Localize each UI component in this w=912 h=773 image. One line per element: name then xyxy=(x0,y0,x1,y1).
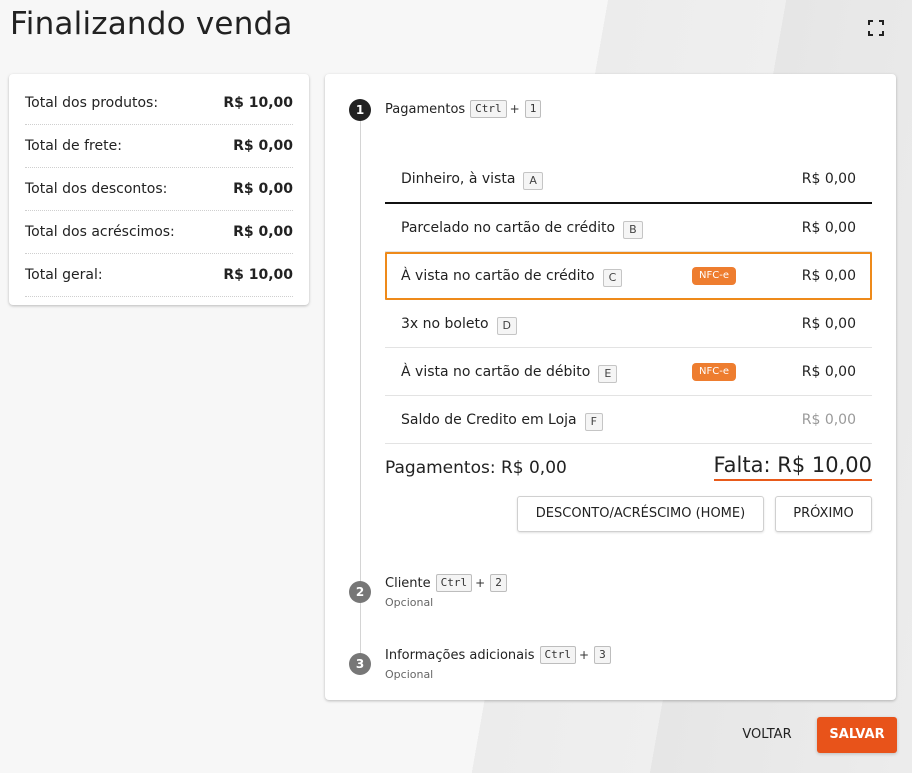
summary-row-acrescimos: Total dos acréscimos: R$ 0,00 xyxy=(25,211,293,254)
step-3-circle[interactable]: 3 xyxy=(349,653,371,675)
falta-total: Falta: R$ 10,00 xyxy=(713,453,872,481)
summary-label: Total geral: xyxy=(25,267,103,283)
payment-key: F xyxy=(584,412,603,431)
step-2-header[interactable]: Cliente Ctrl + 2 xyxy=(385,574,507,592)
summary-row-produtos: Total dos produtos: R$ 10,00 xyxy=(25,82,293,125)
step-label: Pagamentos xyxy=(385,101,466,117)
payment-name-group: À vista no cartão de débito E xyxy=(401,361,618,383)
payment-key: C xyxy=(602,268,623,287)
step-3-header[interactable]: Informações adicionais Ctrl + 3 xyxy=(385,646,611,664)
payment-row-vista-credito[interactable]: À vista no cartão de crédito C NFC-e R$ … xyxy=(385,252,872,300)
shortcut-key: 1 xyxy=(524,100,542,118)
payment-row-boleto[interactable]: 3x no boleto D R$ 0,00 xyxy=(385,300,872,348)
summary-label: Total dos acréscimos: xyxy=(25,224,175,240)
payment-amount: R$ 0,00 xyxy=(801,411,856,428)
desconto-acrescimo-button[interactable]: DESCONTO/ACRÉSCIMO (HOME) xyxy=(517,496,764,532)
salvar-button[interactable]: SALVAR xyxy=(817,717,897,753)
summary-label: Total dos produtos: xyxy=(25,95,159,111)
page-title: Finalizando venda xyxy=(10,6,293,42)
shortcut-key: Ctrl xyxy=(539,646,576,664)
payment-name-group: Dinheiro, à vista A xyxy=(401,168,543,190)
payment-key: A xyxy=(523,172,543,190)
payment-key: D xyxy=(496,316,518,335)
payment-name-group: 3x no boleto D xyxy=(401,313,518,335)
payment-row-dinheiro[interactable]: Dinheiro, à vista A R$ 0,00 xyxy=(385,156,872,204)
payment-amount: R$ 0,00 xyxy=(801,363,856,380)
summary-value: R$ 10,00 xyxy=(223,95,293,111)
step-2-optional: Opcional xyxy=(385,596,434,609)
shortcut-plus: + xyxy=(579,648,590,662)
summary-value: R$ 0,00 xyxy=(233,181,293,197)
shortcut-key: 3 xyxy=(594,646,611,664)
summary-label: Total de frete: xyxy=(25,138,122,154)
payment-row-parcelado-credito[interactable]: Parcelado no cartão de crédito B R$ 0,00 xyxy=(385,204,872,252)
shortcut-key: Ctrl xyxy=(470,100,507,118)
stepper-card: 1 Pagamentos Ctrl + 1 Dinheiro, à vista … xyxy=(325,74,896,700)
shortcut-key: 2 xyxy=(490,574,507,592)
nfce-badge: NFC-e xyxy=(692,362,736,381)
payment-method-list: Dinheiro, à vista A R$ 0,00 Parcelado no… xyxy=(385,156,872,444)
summary-card: Total dos produtos: R$ 10,00 Total de fr… xyxy=(9,74,309,305)
summary-value: R$ 0,00 xyxy=(233,138,293,154)
summary-value: R$ 10,00 xyxy=(223,267,293,283)
nfce-badge: NFC-e xyxy=(692,266,736,285)
summary-row-frete: Total de frete: R$ 0,00 xyxy=(25,125,293,168)
step-2-circle[interactable]: 2 xyxy=(349,581,371,603)
proximo-button[interactable]: PRÓXIMO xyxy=(775,496,872,532)
step-label: Informações adicionais xyxy=(385,647,535,663)
voltar-button[interactable]: VOLTAR xyxy=(733,717,801,753)
payment-totals: Pagamentos: R$ 0,00 Falta: R$ 10,00 xyxy=(385,453,872,483)
payment-name: Dinheiro, à vista xyxy=(401,171,516,187)
pagamentos-total: Pagamentos: R$ 0,00 xyxy=(385,458,567,478)
fullscreen-icon[interactable] xyxy=(868,20,884,36)
step-1-header[interactable]: Pagamentos Ctrl + 1 xyxy=(385,100,542,118)
payment-name: 3x no boleto xyxy=(401,315,489,332)
step-3-optional: Opcional xyxy=(385,668,434,681)
summary-row-descontos: Total dos descontos: R$ 0,00 xyxy=(25,168,293,211)
summary-row-total-geral: Total geral: R$ 10,00 xyxy=(25,254,293,297)
payment-name: À vista no cartão de crédito xyxy=(401,267,595,284)
payment-name-group: Parcelado no cartão de crédito B xyxy=(401,217,643,239)
payment-row-credito-loja[interactable]: Saldo de Credito em Loja F R$ 0,00 xyxy=(385,396,872,444)
shortcut-plus: + xyxy=(475,576,486,590)
payment-amount: R$ 0,00 xyxy=(801,219,856,236)
payment-name: Parcelado no cartão de crédito xyxy=(401,219,616,236)
summary-label: Total dos descontos: xyxy=(25,181,168,197)
payment-name-group: Saldo de Credito em Loja F xyxy=(401,409,603,431)
payment-amount: R$ 0,00 xyxy=(801,315,856,332)
shortcut-plus: + xyxy=(509,102,520,116)
payment-name-group: À vista no cartão de crédito C xyxy=(401,265,623,287)
step-label: Cliente xyxy=(385,575,431,591)
payment-name: Saldo de Credito em Loja xyxy=(401,411,577,428)
step-1-circle[interactable]: 1 xyxy=(349,99,371,121)
payment-key: B xyxy=(623,220,643,239)
summary-value: R$ 0,00 xyxy=(233,224,293,240)
payment-amount: R$ 0,00 xyxy=(801,171,856,187)
payment-row-vista-debito[interactable]: À vista no cartão de débito E NFC-e R$ 0… xyxy=(385,348,872,396)
stepper-connector xyxy=(360,114,361,654)
shortcut-key: Ctrl xyxy=(435,574,473,592)
payment-key: E xyxy=(598,364,618,383)
payment-name: À vista no cartão de débito xyxy=(401,363,591,380)
payment-amount: R$ 0,00 xyxy=(801,267,856,284)
